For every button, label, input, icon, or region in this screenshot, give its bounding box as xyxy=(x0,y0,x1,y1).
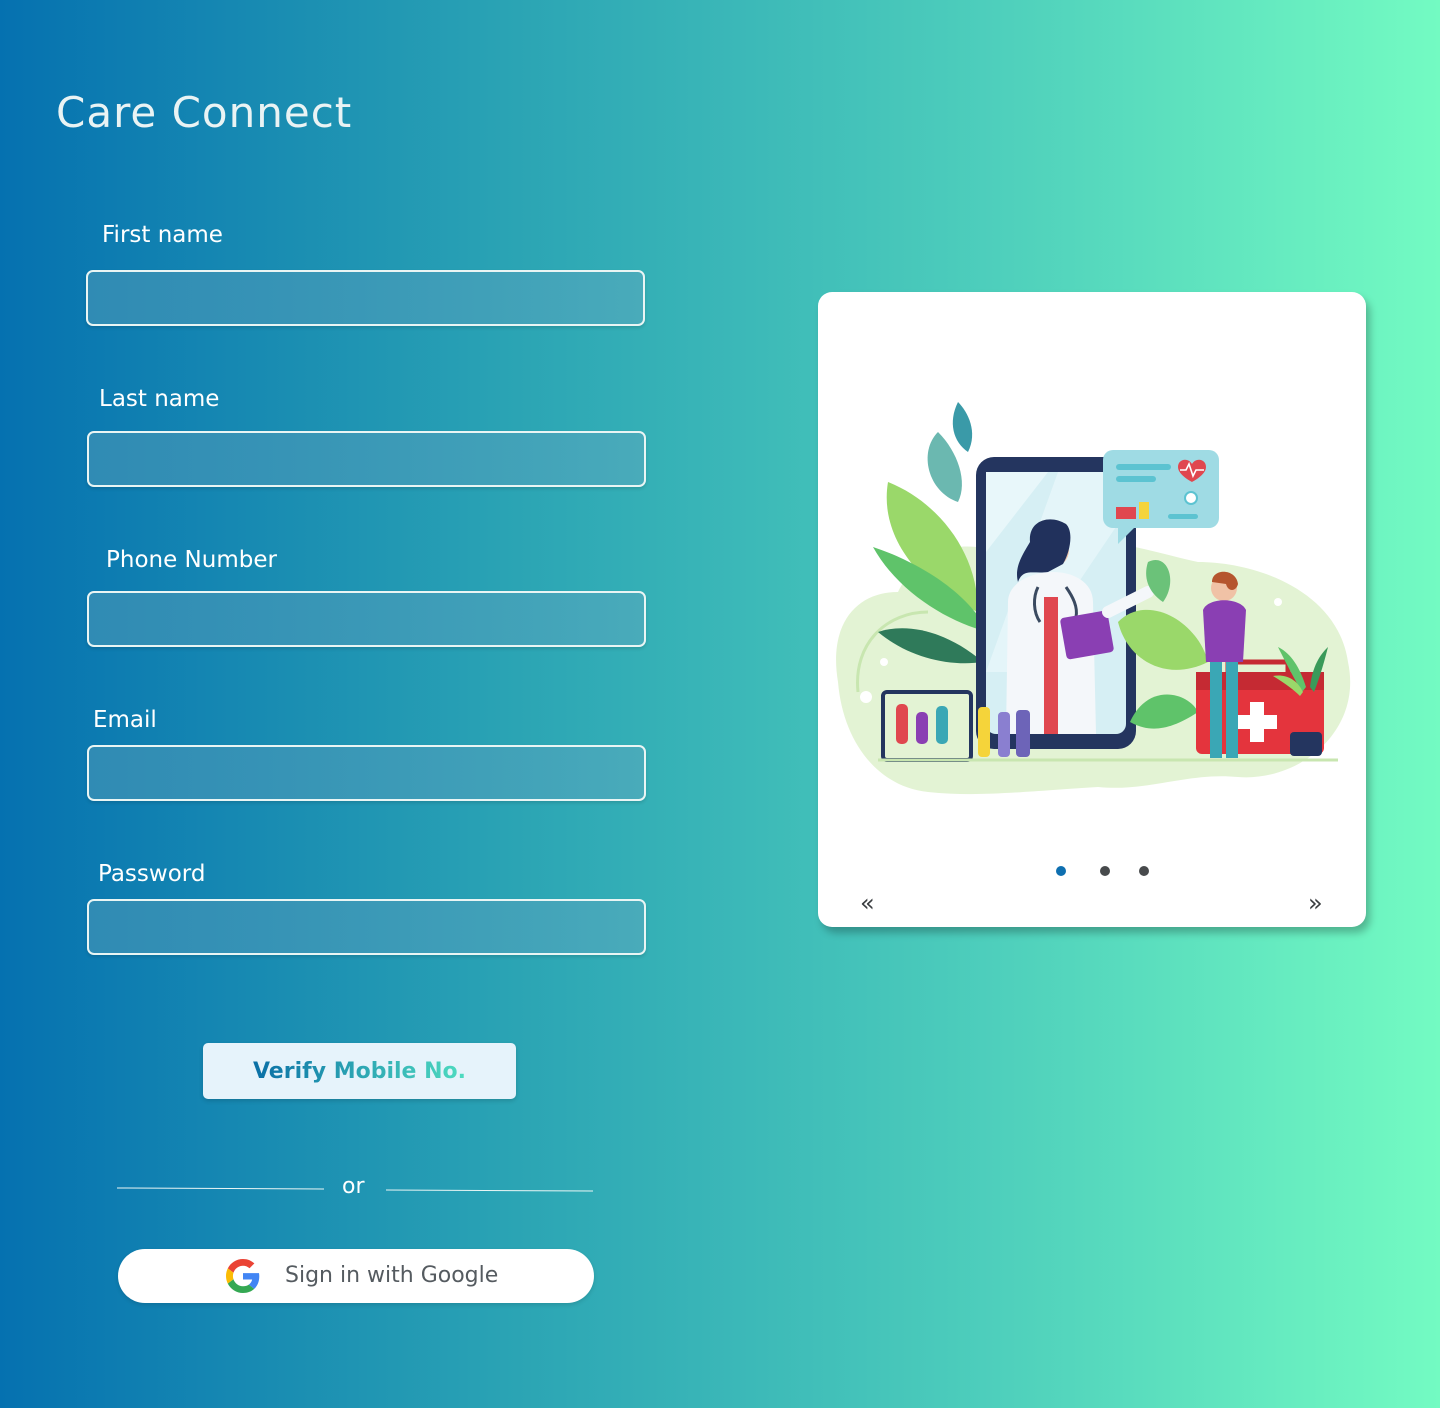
divider-or-text: or xyxy=(342,1174,365,1199)
phone-number-input[interactable] xyxy=(87,591,646,647)
email-input[interactable] xyxy=(87,745,646,801)
app-title: Care Connect xyxy=(56,88,353,137)
google-signin-button[interactable]: Sign in with Google xyxy=(118,1249,594,1303)
verify-mobile-button[interactable]: Verify Mobile No. xyxy=(203,1043,516,1099)
carousel-dot-1[interactable] xyxy=(1056,866,1066,876)
verify-mobile-label: Verify Mobile No. xyxy=(252,1058,466,1084)
email-label: Email xyxy=(93,707,157,733)
carousel-prev-button[interactable]: « xyxy=(860,888,875,918)
carousel-card: « » xyxy=(818,292,1366,927)
doctor-telemedicine-illustration xyxy=(836,402,1351,795)
carousel-dot-2[interactable] xyxy=(1100,866,1110,876)
google-icon xyxy=(226,1259,260,1293)
google-signin-label: Sign in with Google xyxy=(285,1263,499,1288)
first-name-input[interactable] xyxy=(86,270,645,326)
carousel-dot-3[interactable] xyxy=(1139,866,1149,876)
phone-number-label: Phone Number xyxy=(106,547,277,573)
divider-line-right xyxy=(385,1189,594,1192)
last-name-input[interactable] xyxy=(87,431,646,487)
last-name-label: Last name xyxy=(99,386,220,412)
divider-line-left xyxy=(116,1187,325,1190)
password-label: Password xyxy=(98,861,206,887)
first-name-label: First name xyxy=(102,222,223,248)
carousel-next-button[interactable]: » xyxy=(1308,888,1323,918)
password-input[interactable] xyxy=(87,899,646,955)
